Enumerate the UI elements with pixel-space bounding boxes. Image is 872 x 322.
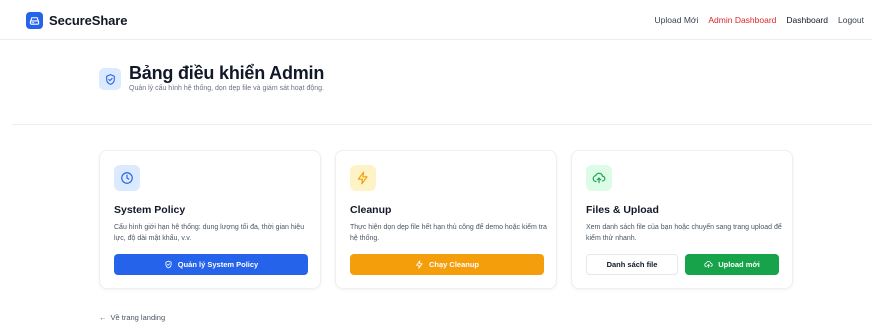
card-title: Cleanup [350, 204, 392, 216]
nav-links: Upload Mới Admin Dashboard Dashboard Log… [655, 15, 864, 25]
back-link-label: Về trang landing [110, 313, 166, 322]
nav-link-logout[interactable]: Logout [838, 15, 864, 25]
button-label: Quản lý System Policy [177, 260, 259, 269]
cloud-upload-icon [586, 165, 612, 191]
card-cleanup: Cleanup Thực hiện dọn dẹp file hết hạn t… [335, 150, 557, 289]
lightning-icon [416, 260, 423, 269]
page-subtitle: Quản lý cấu hình hệ thống, dọn dẹp file … [129, 85, 324, 92]
brand[interactable]: SecureShare [26, 12, 128, 29]
secureshare-logo-icon [26, 12, 43, 29]
card-description: Cấu hình giới hạn hệ thống: dung lượng t… [114, 224, 305, 242]
nav-link-dashboard[interactable]: Dashboard [786, 15, 828, 25]
shield-check-icon [99, 68, 121, 90]
button-label: Danh sách file [606, 260, 658, 269]
button-label: Chạy Cleanup [428, 260, 479, 269]
page-title: Bảng điều khiển Admin [129, 63, 325, 83]
card-title: System Policy [114, 204, 186, 216]
button-label: Upload mới [718, 260, 760, 269]
run-cleanup-button[interactable]: Chạy Cleanup [350, 254, 544, 275]
back-to-landing-link[interactable]: ← Về trang landing [99, 313, 165, 322]
upload-new-button[interactable]: Upload mới [685, 254, 779, 275]
file-list-button[interactable]: Danh sách file [586, 254, 678, 275]
card-description: Thực hiện dọn dẹp file hết hạn thủ công … [350, 224, 547, 242]
card-system-policy: System Policy Cấu hình giới hạn hệ thống… [99, 150, 321, 289]
nav-link-admin-dashboard[interactable]: Admin Dashboard [708, 15, 776, 25]
section-divider [12, 124, 872, 125]
clock-icon [114, 165, 140, 191]
cloud-upload-icon [704, 261, 713, 268]
card-description: Xem danh sách file của bạn hoặc chuyển s… [586, 224, 782, 242]
card-files-upload: Files & Upload Xem danh sách file của bạ… [571, 150, 793, 289]
lightning-icon [350, 165, 376, 191]
card-title: Files & Upload [586, 204, 659, 216]
manage-system-policy-button[interactable]: Quản lý System Policy [114, 254, 308, 275]
page-header: Bảng điều khiển Admin Quản lý cấu hình h… [99, 63, 324, 92]
shield-icon [165, 260, 172, 269]
top-navbar: SecureShare Upload Mới Admin Dashboard D… [0, 0, 872, 40]
arrow-left-icon: ← [99, 313, 107, 322]
brand-name: SecureShare [49, 13, 128, 28]
nav-link-upload-new[interactable]: Upload Mới [655, 15, 699, 25]
